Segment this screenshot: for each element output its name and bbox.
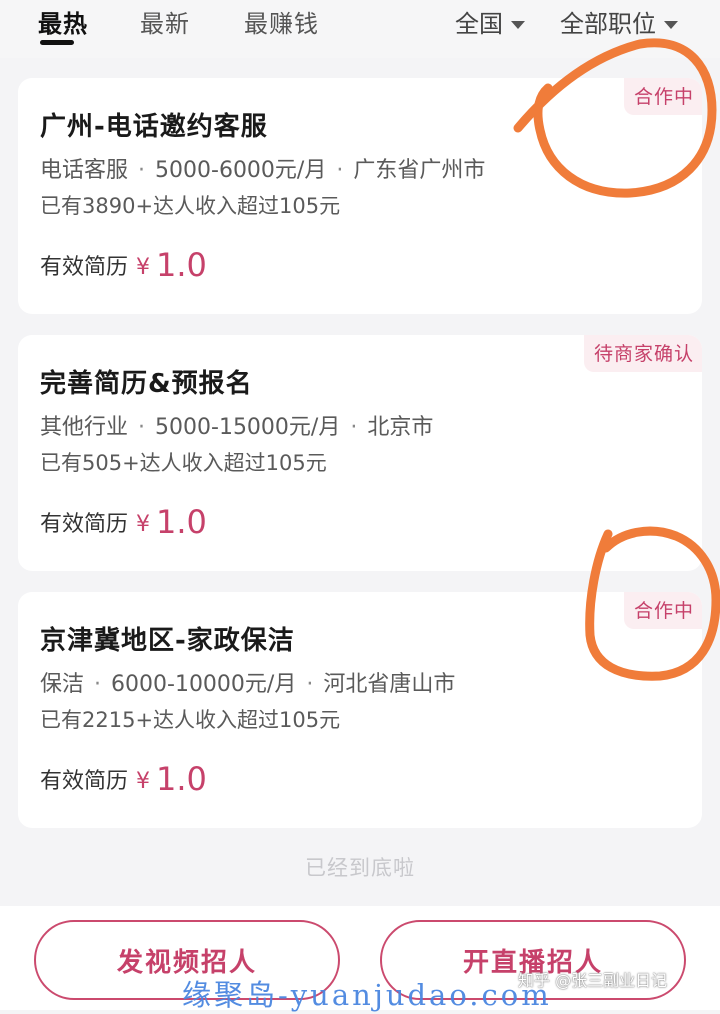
price-row: 有效简历 ¥1.0 [40,503,207,541]
job-location: 河北省唐山市 [323,672,456,697]
job-meta: 其他行业 · 5000-15000元/月 · 北京市 [40,409,433,441]
job-card[interactable]: 合作中 京津冀地区-家政保洁 保洁 · 6000-10000元/月 · 河北省唐山市 已… [18,592,702,828]
currency-symbol: ¥ [136,512,151,537]
price-label: 有效简历 [40,255,129,280]
status-badge: 待商家确认 [583,335,702,372]
meta-separator: · [350,415,358,440]
job-salary: 5000-15000元/月 [155,415,341,440]
price-row: 有效简历 ¥1.0 [40,760,207,798]
status-badge: 合作中 [623,78,702,115]
job-meta: 保洁 · 6000-10000元/月 · 河北省唐山市 [40,666,455,698]
job-category: 电话客服 [40,158,129,183]
end-of-list-note: 已经到底啦 [305,856,415,880]
job-salary: 5000-6000元/月 [155,158,327,183]
job-meta: 电话客服 · 5000-6000元/月 · 广东省广州市 [40,152,485,184]
price-value: 1.0 [156,760,207,798]
tab-hottest[interactable]: 最热 [38,4,88,39]
job-title: 广州-电话邀约客服 [40,112,268,142]
meta-separator: · [138,415,146,440]
meta-separator: · [94,672,102,697]
job-card[interactable]: 待商家确认 完善简历&预报名 其他行业 · 5000-15000元/月 · 北京市 已有… [18,335,702,571]
region-filter-label: 全国 [455,10,503,38]
earn-note: 已有505+达人收入超过105元 [40,451,327,475]
status-badge: 合作中 [623,592,702,629]
position-filter[interactable]: 全部职位 [560,4,678,39]
job-category: 保洁 [40,672,85,697]
chevron-down-icon [511,21,525,29]
region-filter[interactable]: 全国 [455,4,525,39]
tab-newest[interactable]: 最新 [140,4,190,39]
price-value: 1.0 [156,246,207,284]
position-filter-label: 全部职位 [560,10,656,38]
active-tab-indicator [40,40,74,45]
meta-separator: · [306,672,314,697]
earn-note: 已有2215+达人收入超过105元 [40,708,341,732]
job-category: 其他行业 [40,415,129,440]
price-row: 有效简历 ¥1.0 [40,246,207,284]
job-title: 完善简历&预报名 [40,369,253,399]
earn-note: 已有3890+达人收入超过105元 [40,194,341,218]
price-label: 有效简历 [40,769,129,794]
job-location: 广东省广州市 [353,158,486,183]
currency-symbol: ¥ [136,255,151,280]
job-location: 北京市 [367,415,434,440]
chevron-down-icon [664,21,678,29]
site-watermark: 缘聚岛-yuanjudao.com [182,978,552,1012]
price-label: 有效简历 [40,512,129,537]
job-salary: 6000-10000元/月 [111,672,297,697]
tab-most-earning[interactable]: 最赚钱 [244,4,319,39]
price-value: 1.0 [156,503,207,541]
meta-separator: · [336,158,344,183]
top-tab-bar: 最热 最新 最赚钱 全国 全部职位 [0,0,720,58]
meta-separator: · [138,158,146,183]
job-title: 京津冀地区-家政保洁 [40,626,295,656]
currency-symbol: ¥ [136,769,151,794]
job-card[interactable]: 合作中 广州-电话邀约客服 电话客服 · 5000-6000元/月 · 广东省广州市 已… [18,78,702,314]
